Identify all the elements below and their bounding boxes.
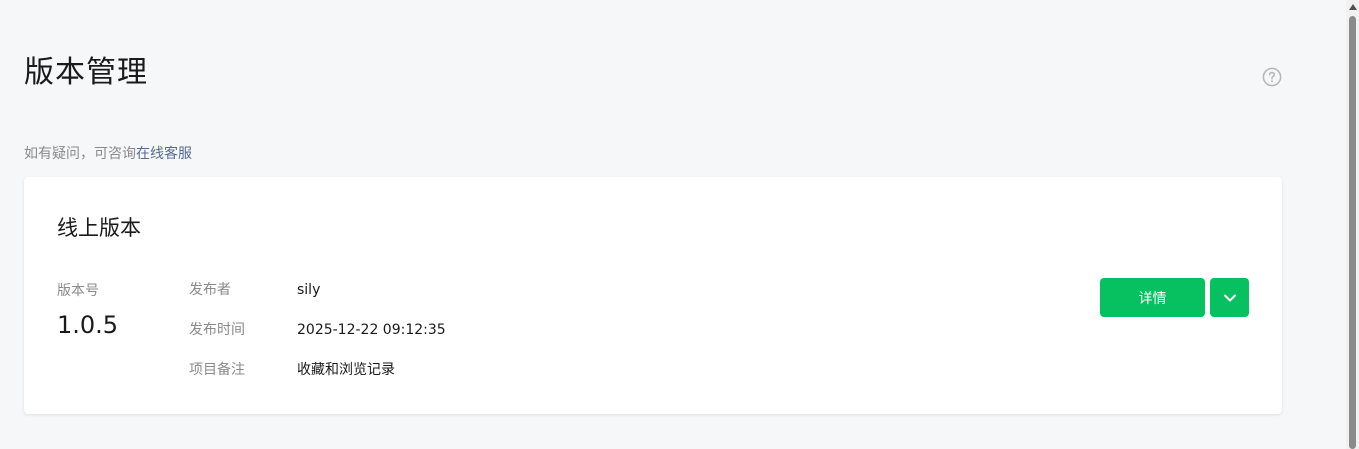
more-actions-dropdown-button[interactable] (1210, 278, 1249, 317)
page-title: 版本管理 (24, 55, 148, 90)
publish-time-value: 2025-12-22 09:12:35 (297, 322, 446, 338)
vertical-scrollbar[interactable] (1346, 0, 1359, 449)
chevron-down-icon (1223, 294, 1236, 301)
publisher-label: 发布者 (189, 282, 231, 298)
version-number: 1.0.5 (57, 311, 119, 339)
detail-button[interactable]: 详情 (1100, 278, 1205, 317)
remark-value: 收藏和浏览记录 (297, 362, 395, 378)
version-label: 版本号 (57, 283, 99, 299)
question-circle-icon[interactable] (1262, 67, 1282, 87)
online-support-link[interactable]: 在线客服 (136, 146, 192, 162)
publisher-value: sily (297, 282, 321, 298)
scroll-up-arrow-icon[interactable] (1349, 4, 1357, 10)
help-hint: 如有疑问，可咨询在线客服 (24, 144, 192, 164)
card-title: 线上版本 (57, 216, 141, 240)
online-version-card: 线上版本 版本号 1.0.5 发布者 sily 发布时间 2025-12-22 … (24, 177, 1282, 414)
publish-time-label: 发布时间 (189, 322, 245, 338)
scroll-thumb[interactable] (1349, 16, 1356, 449)
version-management-page: 版本管理 如有疑问，可咨询在线客服 线上版本 版本号 1.0.5 发布者 sil… (0, 0, 1346, 449)
remark-label: 项目备注 (189, 362, 245, 378)
hint-text: 如有疑问，可咨询 (24, 146, 136, 162)
